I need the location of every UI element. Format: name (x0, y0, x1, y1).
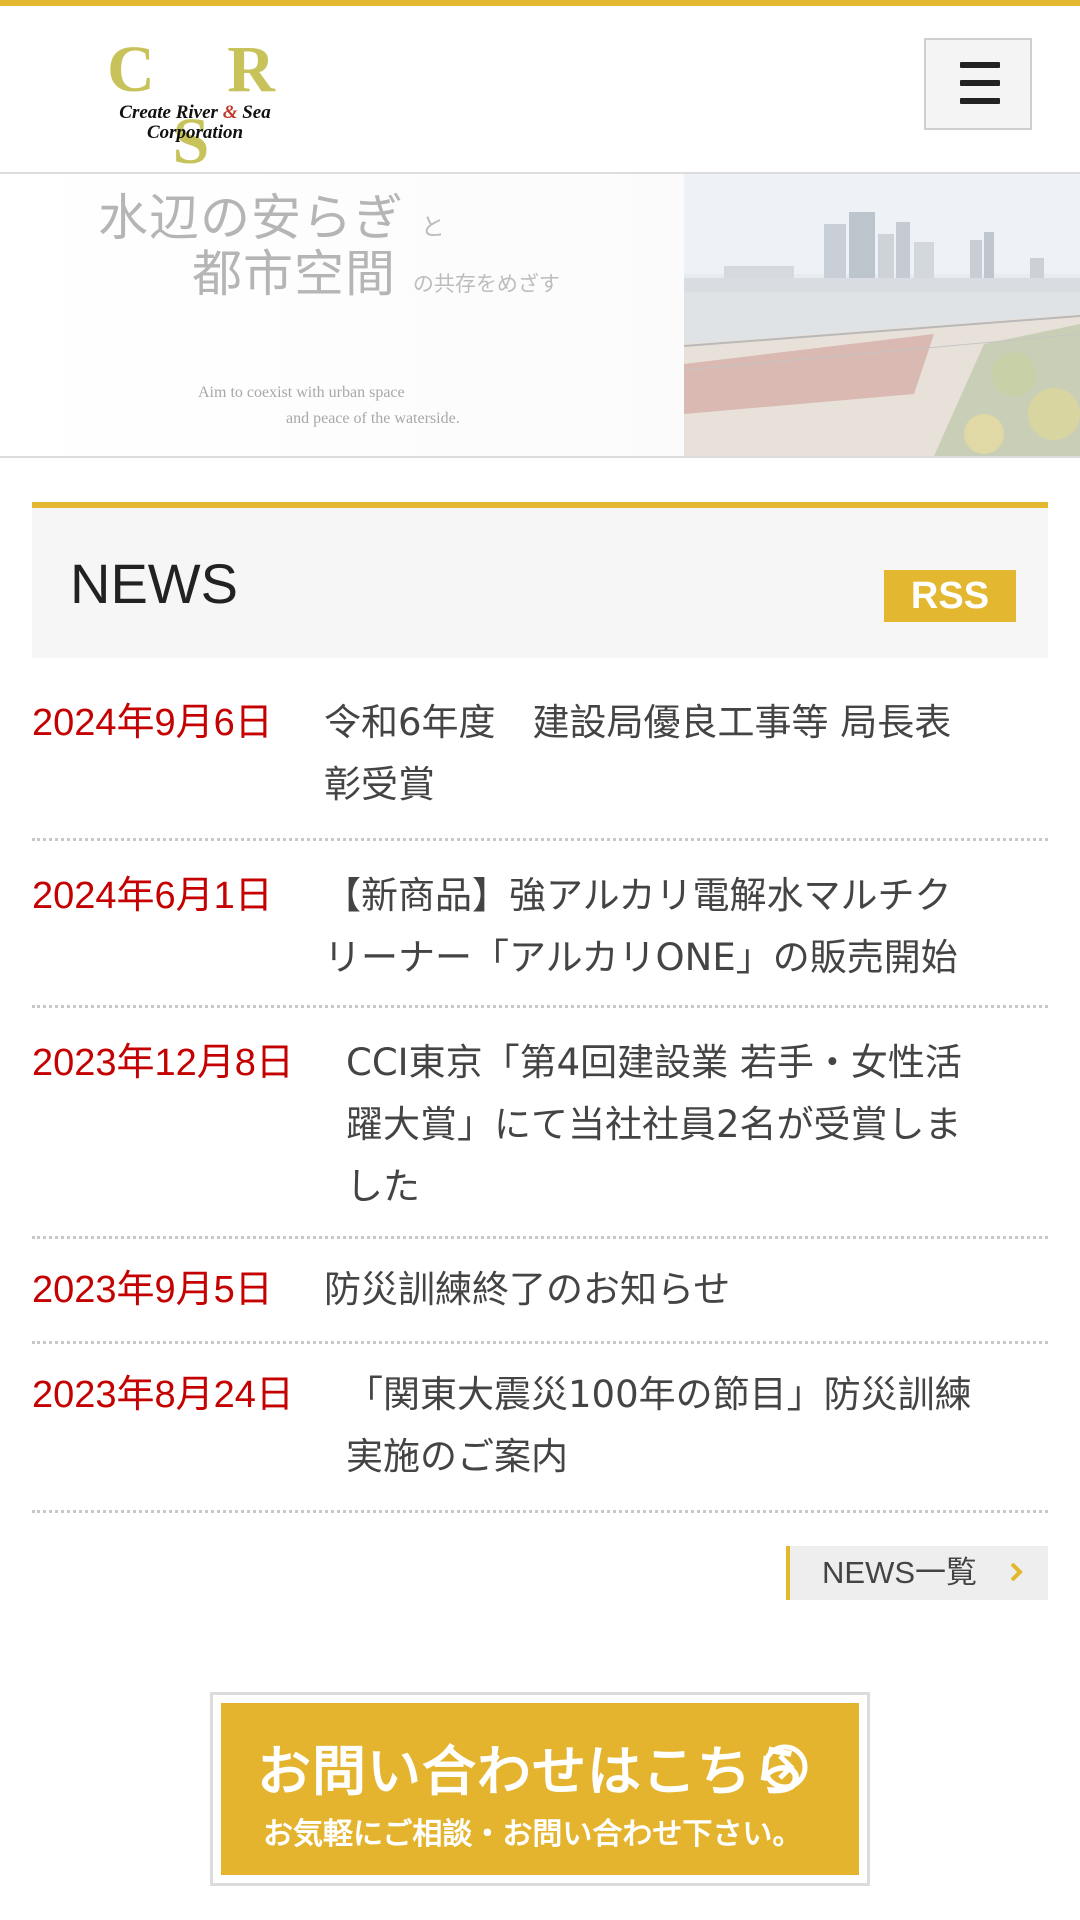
news-header: NEWS RSS (32, 502, 1048, 658)
news-date: 2024年9月6日 (32, 702, 273, 744)
hero-line2-small: の共存をめざす (412, 272, 560, 296)
news-title-line: 【新商品】強アルカリ電解水マルチク (324, 874, 952, 917)
logo-company-line2: Corporation (146, 122, 244, 143)
news-item[interactable]: 2023年9月5日 防災訓練終了のお知らせ (32, 1239, 1048, 1344)
news-title-line: CCI東京「第4回建設業 若手・女性活 (346, 1041, 962, 1084)
news-title-line: 躍大賞」にて当社社員2名が受賞しま (346, 1103, 962, 1146)
chevron-right-icon (1010, 1562, 1023, 1582)
hero-waterfront-photo (684, 174, 1080, 456)
news-date: 2023年9月5日 (32, 1269, 273, 1311)
news-title-line: 防災訓練終了のお知らせ (324, 1268, 731, 1311)
news-title-line: 彰受賞 (324, 763, 435, 806)
hero-line2-main: 都市空間 (192, 245, 396, 303)
news-title[interactable]: 防災訓練終了のお知らせ (324, 1259, 730, 1321)
hamburger-menu-icon (960, 62, 1000, 68)
contact-subtext: お気軽にご相談・お問い合わせ下さい。 (263, 1817, 803, 1852)
news-title[interactable]: CCI東京「第4回建設業 若手・女性活 躍大賞」にて当社社員2名が受賞しま した (346, 1032, 962, 1218)
news-title-line: 令和6年度 建設局優良工事等 局長表 (324, 701, 952, 744)
logo-line1-a: Create River (119, 102, 223, 123)
logo[interactable]: C R S Create River & Sea Corporation (80, 34, 310, 178)
news-list-button[interactable]: NEWS一覧 (786, 1546, 1048, 1600)
news-title-line: 実施のご案内 (346, 1435, 568, 1478)
waterfront-skyline-image (684, 174, 1080, 456)
news-date: 2023年8月24日 (32, 1374, 294, 1416)
news-title-line: リーナー「アルカリONE」の販売開始 (324, 936, 958, 979)
hero-english-line2: and peace of the waterside. (286, 410, 460, 427)
news-heading: NEWS (70, 552, 238, 615)
rss-button[interactable]: RSS (884, 570, 1016, 622)
news-date: 2024年6月1日 (32, 875, 273, 917)
site-header: C R S Create River & Sea Corporation (0, 6, 1080, 178)
hero-banner: 水辺の安らぎ と 都市空間 の共存をめざす Aim to coexist wit… (0, 172, 1080, 458)
news-list-label: NEWS一覧 (822, 1555, 977, 1590)
logo-ampersand: & (222, 102, 238, 123)
menu-button[interactable] (924, 38, 1032, 130)
news-item[interactable]: 2024年9月6日 令和6年度 建設局優良工事等 局長表 彰受賞 (32, 660, 1048, 841)
hamburger-menu-icon-bar (960, 98, 1000, 104)
contact-banner[interactable]: お問い合わせはこちら お気軽にご相談・お問い合わせ下さい。 (210, 1692, 870, 1886)
news-list: 2024年9月6日 令和6年度 建設局優良工事等 局長表 彰受賞 2024年6月… (32, 660, 1048, 1513)
contact-headline: お問い合わせはこちら (257, 1740, 807, 1803)
news-item[interactable]: 2023年8月24日 「関東大震災100年の節目」防災訓練 実施のご案内 (32, 1344, 1048, 1513)
logo-line1-b: Sea (237, 102, 271, 123)
hamburger-menu-icon-bar (960, 80, 1000, 86)
circle-arrow-right-icon (762, 1744, 808, 1790)
news-title[interactable]: 「関東大震災100年の節目」防災訓練 実施のご案内 (346, 1364, 972, 1488)
hero-headline-line2: 都市空間 の共存をめざす (192, 234, 560, 306)
news-item[interactable]: 2024年6月1日 【新商品】強アルカリ電解水マルチク リーナー「アルカリONE… (32, 841, 1048, 1008)
news-title-line: 「関東大震災100年の節目」防災訓練 (346, 1373, 972, 1416)
news-title[interactable]: 【新商品】強アルカリ電解水マルチク リーナー「アルカリONE」の販売開始 (324, 865, 958, 989)
news-title[interactable]: 令和6年度 建設局優良工事等 局長表 彰受賞 (324, 692, 951, 816)
news-date: 2023年12月8日 (32, 1042, 294, 1084)
contact-banner-inner: お問い合わせはこちら お気軽にご相談・お問い合わせ下さい。 (221, 1703, 859, 1875)
news-item[interactable]: 2023年12月8日 CCI東京「第4回建設業 若手・女性活 躍大賞」にて当社社… (32, 1008, 1048, 1239)
logo-company-line1: Create River & Sea (80, 102, 310, 124)
hero-english-line1: Aim to coexist with urban space (198, 384, 405, 401)
news-title-line: した (346, 1165, 420, 1208)
hero-text-panel: 水辺の安らぎ と 都市空間 の共存をめざす Aim to coexist wit… (2, 174, 684, 456)
